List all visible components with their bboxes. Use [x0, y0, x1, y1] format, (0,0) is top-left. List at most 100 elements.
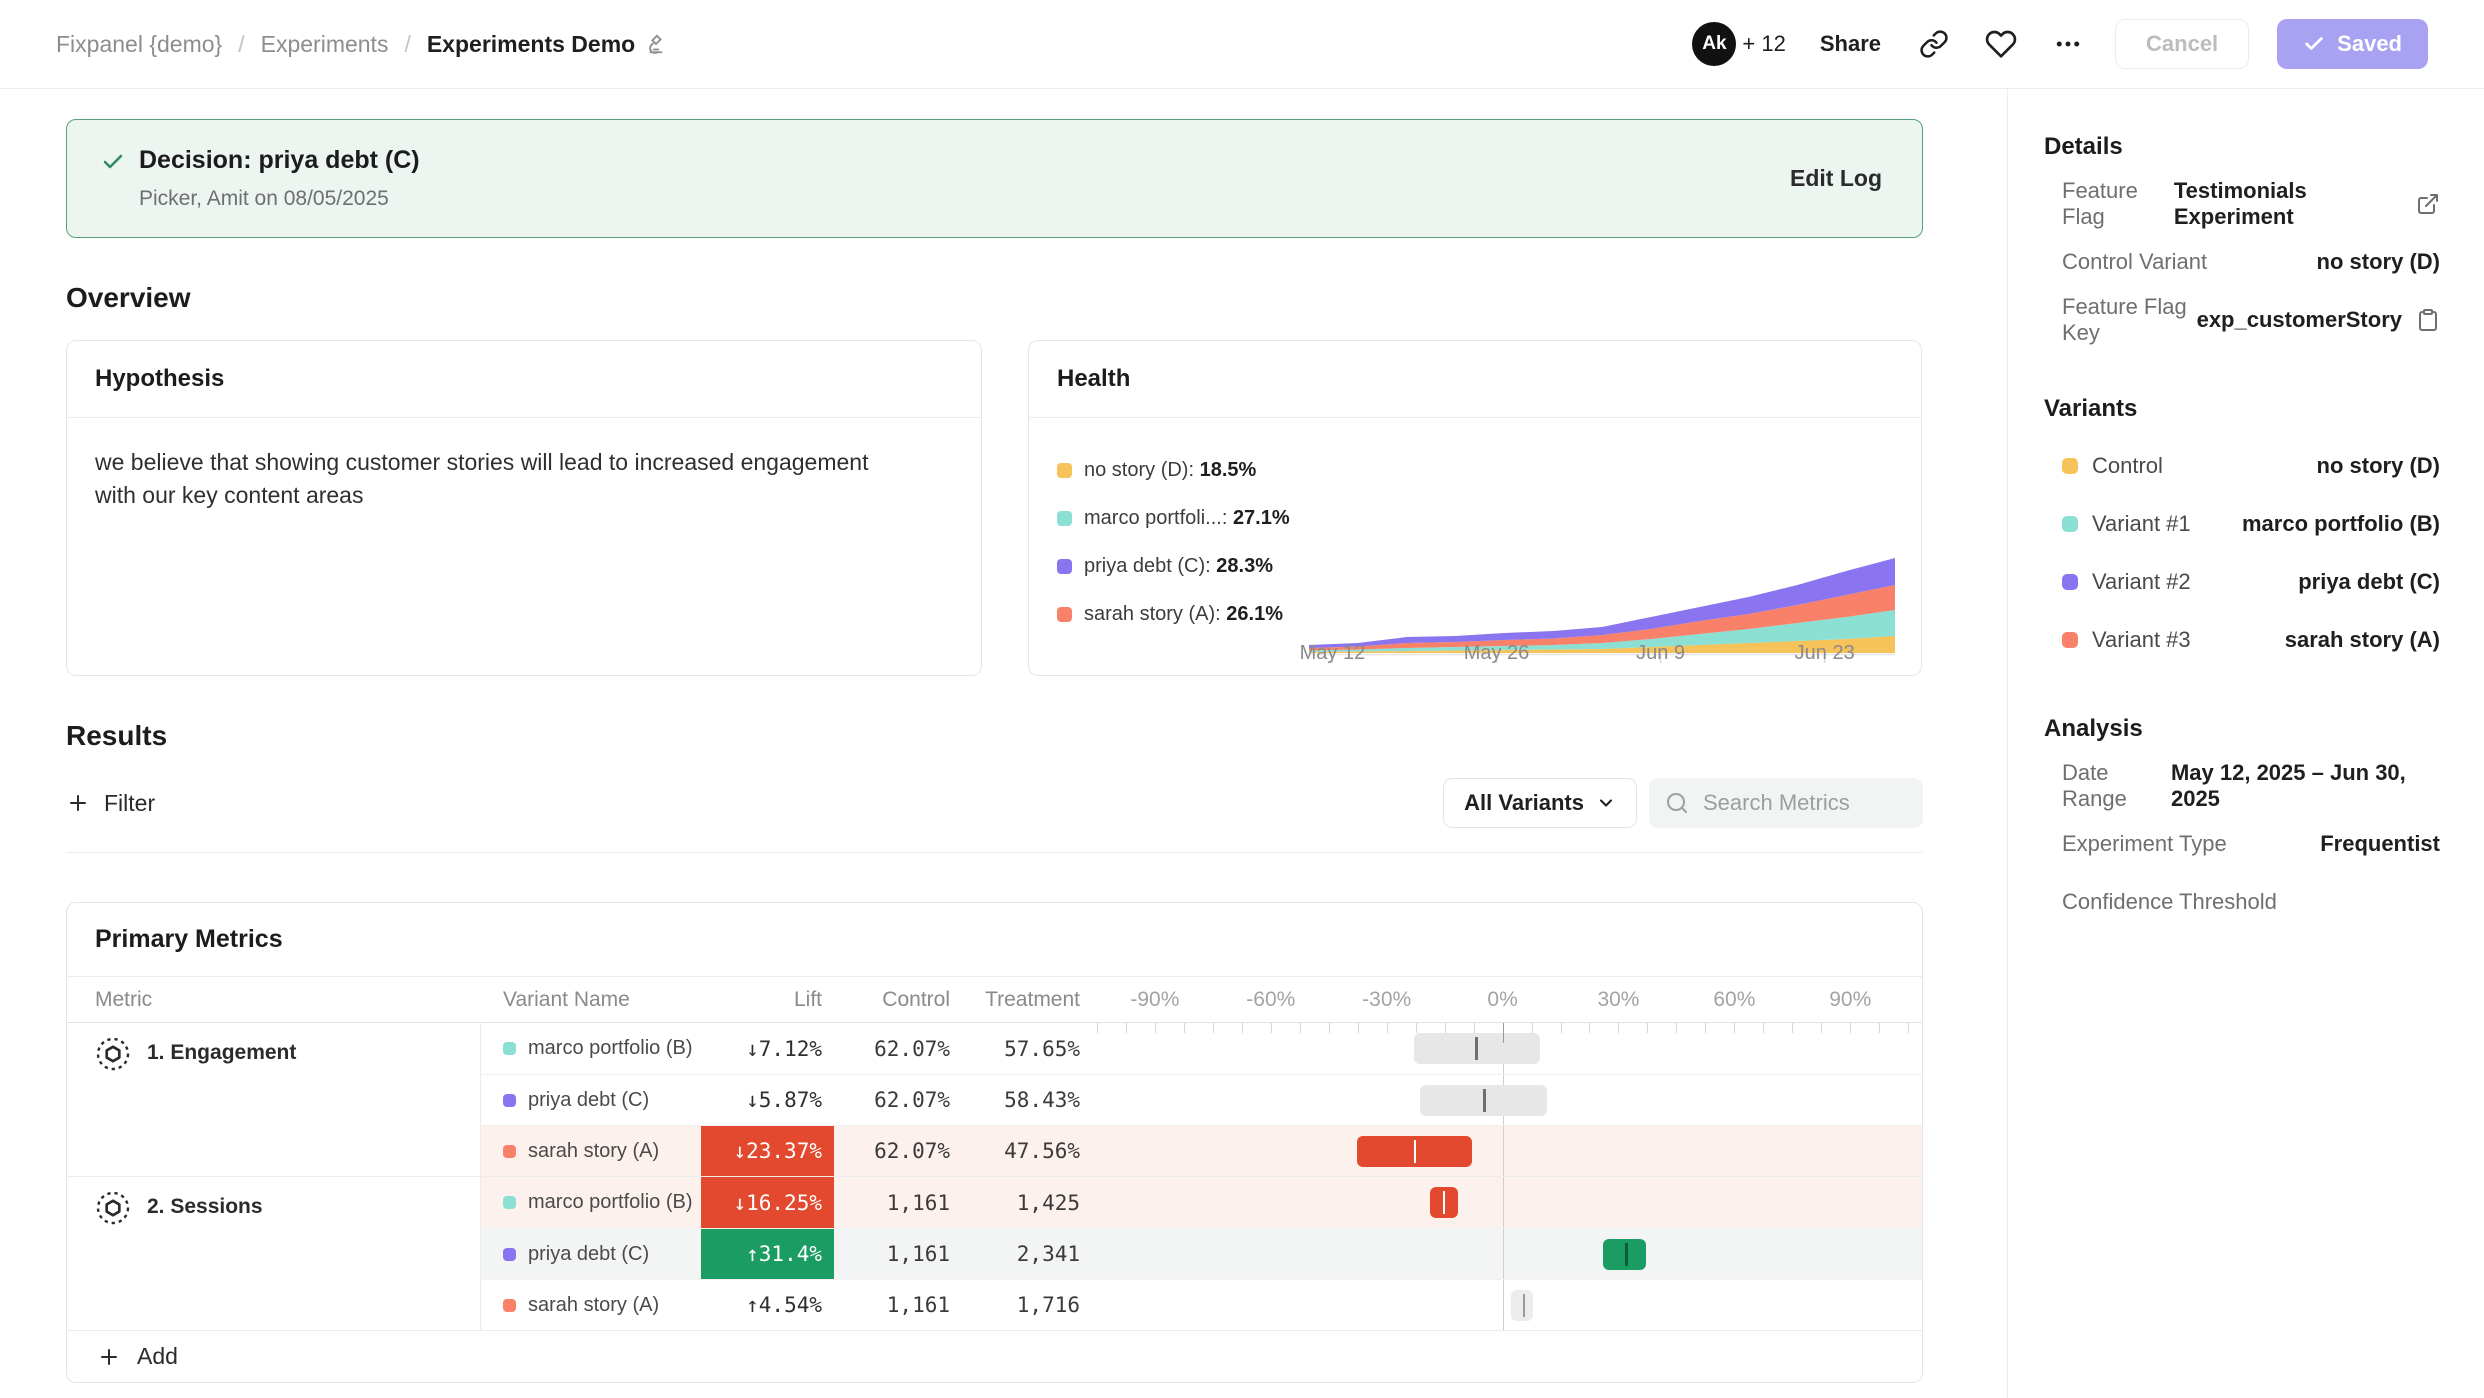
edit-log-button[interactable]: Edit Log: [1784, 164, 1888, 193]
ellipsis-icon: [2053, 29, 2083, 59]
variant-color-dot: [503, 1042, 516, 1055]
control-value: 1,161: [834, 1242, 956, 1266]
treatment-value: 47.56%: [956, 1139, 1086, 1163]
col-lift: Lift: [701, 988, 834, 1012]
variant-color-swatch: [2062, 458, 2078, 474]
legend-swatch: [1057, 607, 1072, 622]
control-value: 62.07%: [834, 1088, 956, 1112]
table-body: 1. Engagementmarco portfolio (B)↓7.12%62…: [67, 1023, 1922, 1330]
clipboard-icon[interactable]: [2416, 308, 2440, 332]
analysis-value: May 12, 2025 – Jun 30, 2025: [2171, 760, 2440, 812]
control-value: 62.07%: [834, 1139, 956, 1163]
cancel-button[interactable]: Cancel: [2115, 19, 2249, 69]
search-icon: [1665, 791, 1689, 815]
variant-label: priya debt (C): [528, 1243, 649, 1266]
hypothesis-body: we believe that showing customer stories…: [67, 418, 927, 541]
search-input[interactable]: [1701, 789, 1901, 817]
metric-cell: 2. Sessions: [67, 1177, 481, 1330]
variants-dropdown[interactable]: All Variants: [1443, 778, 1637, 828]
breadcrumb-experiments[interactable]: Experiments: [261, 31, 389, 58]
ci-axis-labels: -90%-60%-30%0%30%60%90%: [1086, 977, 1922, 1022]
variant-value: sarah story (A): [2285, 627, 2440, 653]
primary-metrics-title: Primary Metrics: [67, 903, 1922, 977]
control-value: 1,161: [834, 1293, 956, 1317]
more-options-button[interactable]: [2049, 25, 2087, 63]
table-row[interactable]: priya debt (C)↑31.4%1,1612,341: [481, 1228, 1922, 1279]
microscope-icon: [645, 33, 667, 55]
variant-name-cell: marco portfolio (B): [481, 1191, 701, 1214]
table-row[interactable]: sarah story (A)↓23.37%62.07%47.56%: [481, 1125, 1922, 1176]
results-toolbar: Filter All Variants: [66, 778, 1923, 828]
axis-tick-label: 0%: [1487, 988, 1517, 1012]
analysis-row: Experiment TypeFrequentist: [2044, 815, 2440, 873]
axis-tick-label: 90%: [1829, 988, 1871, 1012]
variant-slot-label: Control: [2062, 453, 2163, 479]
saved-button[interactable]: Saved: [2277, 19, 2428, 69]
legend-swatch: [1057, 511, 1072, 526]
variant-value: priya debt (C): [2298, 569, 2440, 595]
variant-row: Variant #3sarah story (A): [2044, 611, 2440, 669]
page-title: Experiments Demo: [427, 31, 635, 58]
control-value: 1,161: [834, 1191, 956, 1215]
legend-item: priya debt (C): 28.3%: [1057, 542, 1309, 590]
metric-cell: 1. Engagement: [67, 1023, 481, 1176]
ci-mean-tick: [1523, 1294, 1526, 1317]
ci-mean-tick: [1443, 1191, 1446, 1214]
table-row[interactable]: marco portfolio (B)↓7.12%62.07%57.65%: [481, 1023, 1922, 1074]
detail-label: Control Variant: [2062, 249, 2207, 275]
table-row[interactable]: sarah story (A)↑4.54%1,1611,716: [481, 1279, 1922, 1330]
variant-row: Controlno story (D): [2044, 437, 2440, 495]
add-filter-button[interactable]: Filter: [66, 790, 155, 817]
detail-value-text: Testimonials Experiment: [2174, 178, 2402, 230]
axis-tick-label: 30%: [1597, 988, 1639, 1012]
hypothesis-title: Hypothesis: [67, 341, 981, 418]
metrics-search[interactable]: [1649, 778, 1923, 828]
detail-label: Feature Flag Key: [2062, 294, 2197, 346]
detail-value-text: no story (D): [2317, 249, 2440, 275]
decision-banner: Decision: priya debt (C) Picker, Amit on…: [66, 119, 1923, 238]
health-legend: no story (D): 18.5%marco portfoli...: 27…: [1057, 432, 1309, 668]
breadcrumb-current[interactable]: Experiments Demo: [427, 31, 667, 58]
variant-name-cell: priya debt (C): [481, 1243, 701, 1266]
variant-name-cell: sarah story (A): [481, 1294, 701, 1317]
details-heading: Details: [2044, 133, 2440, 161]
detail-value-text: exp_customerStory: [2197, 307, 2402, 333]
variant-row: Variant #1marco portfolio (B): [2044, 495, 2440, 553]
detail-value: exp_customerStory: [2197, 307, 2440, 333]
legend-label: marco portfoli...: 27.1%: [1084, 507, 1290, 530]
table-row[interactable]: marco portfolio (B)↓16.25%1,1611,425: [481, 1177, 1922, 1228]
variant-slot-label: Variant #2: [2062, 569, 2191, 595]
legend-value: 28.3%: [1216, 555, 1273, 577]
variant-color-swatch: [2062, 516, 2078, 532]
variant-name-cell: marco portfolio (B): [481, 1037, 701, 1060]
share-button[interactable]: Share: [1814, 30, 1887, 58]
table-row[interactable]: priya debt (C)↓5.87%62.07%58.43%: [481, 1074, 1922, 1125]
metric-group: 2. Sessions marco portfolio (B)↓16.25%1,1…: [67, 1176, 1922, 1330]
add-metric-button[interactable]: Add: [67, 1330, 1922, 1382]
lift-value: ↓5.87%: [701, 1075, 834, 1125]
details-rows: Feature FlagTestimonials ExperimentContr…: [2044, 175, 2440, 349]
collaborator-count: + 12: [1742, 31, 1785, 57]
legend-value: 26.1%: [1226, 603, 1283, 625]
treatment-value: 1,425: [956, 1191, 1086, 1215]
metric-name: 2. Sessions: [147, 1190, 263, 1219]
confidence-interval-cell: [1086, 1075, 1922, 1125]
variant-label: sarah story (A): [528, 1140, 659, 1163]
variant-slot-text: Control: [2092, 453, 2163, 479]
copy-link-button[interactable]: [1915, 25, 1953, 63]
variant-color-dot: [503, 1299, 516, 1312]
lift-value: ↑31.4%: [701, 1229, 834, 1279]
breadcrumb-project[interactable]: Fixpanel {demo}: [56, 31, 222, 58]
variant-color-dot: [503, 1145, 516, 1158]
external-link-icon[interactable]: [2416, 192, 2440, 216]
col-variant: Variant Name: [481, 988, 701, 1012]
col-metric: Metric: [67, 988, 481, 1012]
treatment-value: 1,716: [956, 1293, 1086, 1317]
check-icon: [2303, 33, 2325, 55]
collaborator-avatars[interactable]: Ak + 12: [1692, 22, 1785, 66]
favorite-button[interactable]: [1981, 24, 2021, 64]
variant-label: sarah story (A): [528, 1294, 659, 1317]
analysis-row: Confidence Threshold: [2044, 873, 2440, 931]
detail-row: Control Variant no story (D): [2044, 233, 2440, 291]
goal-target-icon: [95, 1036, 131, 1072]
